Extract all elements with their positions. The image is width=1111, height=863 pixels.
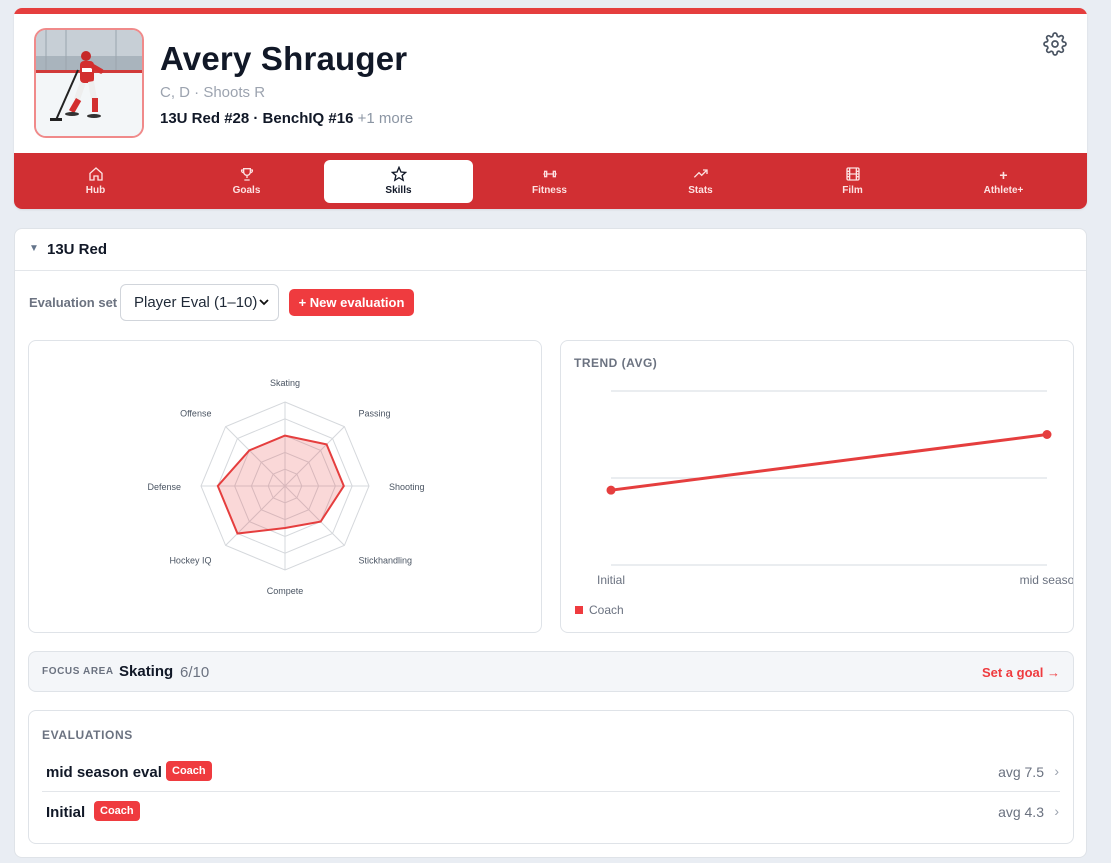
- tab-hub[interactable]: Hub: [21, 160, 170, 203]
- chart-legend: Coach: [575, 603, 624, 617]
- tab-goals[interactable]: Goals: [172, 160, 321, 203]
- chevron-right-icon: ›: [1054, 803, 1059, 819]
- data-point[interactable]: [606, 485, 616, 495]
- player-photo: [36, 30, 142, 136]
- accent-bar: [14, 8, 1087, 14]
- chevron-down-icon: [258, 285, 270, 335]
- x-tick-label: mid seaso: [1020, 573, 1073, 587]
- focus-skill: Skating: [119, 663, 174, 680]
- radar-series-coach: [216, 434, 345, 535]
- player-teams: 13U Red #28 · BenchIQ #16 +1 more: [160, 110, 413, 127]
- focus-score: 6/10: [180, 664, 210, 681]
- evaluations-panel: EVALUATIONS mid season eval Coach avg 7.…: [28, 710, 1074, 844]
- evaluation-row[interactable]: mid season eval Coach avg 7.5 ›: [42, 752, 1060, 792]
- tab-athlete-plus[interactable]: + Athlete+: [929, 160, 1078, 203]
- tab-label: Goals: [232, 185, 261, 196]
- home-icon: [21, 166, 170, 184]
- evaluations-title: EVALUATIONS: [42, 728, 133, 742]
- evaluation-row[interactable]: Initial Coach avg 4.3 ›: [42, 792, 1060, 832]
- focus-area-label: FOCUS AREA: [42, 666, 114, 677]
- gear-icon[interactable]: [1043, 32, 1067, 56]
- evaluation-avg: avg 4.3: [998, 804, 1044, 820]
- eval-set-value: Player Eval (1–10): [134, 294, 258, 311]
- trend-svg: Initial mid seaso: [597, 390, 1073, 587]
- collapse-caret-icon[interactable]: ▼: [29, 243, 39, 254]
- section-header[interactable]: ▼ 13U Red: [15, 229, 1086, 271]
- plus-icon: +: [999, 167, 1008, 183]
- radar-svg: Skating Passing Shooting Stickhandling Compe…: [147, 378, 425, 596]
- player-positions: C, D · Shoots R: [160, 84, 266, 101]
- film-icon: [778, 166, 927, 184]
- coach-badge: Coach: [94, 801, 140, 821]
- evaluation-name: mid season eval: [46, 764, 162, 781]
- data-point[interactable]: [1042, 430, 1052, 439]
- trending-icon: [626, 166, 775, 184]
- team-section: ▼ 13U Red Evaluation set Player Eval (1–…: [14, 228, 1087, 858]
- radar-axis-label: Compete: [267, 586, 304, 596]
- tab-bar: Hub Goals Skills Fitness Stats Film + At…: [14, 153, 1087, 209]
- legend-label: Coach: [589, 603, 624, 617]
- teams-text: 13U Red #28 · BenchIQ #16: [160, 110, 354, 127]
- legend-swatch: [575, 606, 583, 614]
- team-title: 13U Red: [47, 241, 108, 258]
- radar-axis-label: Stickhandling: [359, 556, 413, 566]
- tab-label: Hub: [85, 185, 106, 196]
- radar-chart: Skating Passing Shooting Stickhandling Compe…: [28, 340, 542, 633]
- evaluation-name: Initial: [46, 804, 86, 821]
- chevron-right-icon: ›: [1054, 763, 1059, 779]
- focus-area: FOCUS AREA Skating 6/10 Set a goal →: [28, 651, 1074, 692]
- eval-set-select[interactable]: Player Eval (1–10): [120, 284, 279, 321]
- radar-axis-label: Defense: [147, 482, 181, 492]
- radar-axis-label: Hockey IQ: [169, 556, 211, 566]
- avatar[interactable]: [34, 28, 144, 138]
- tab-label: Film: [842, 185, 863, 196]
- tab-label: Athlete+: [983, 185, 1024, 196]
- series-line-coach: [610, 433, 1048, 492]
- trophy-icon: [172, 166, 321, 184]
- radar-axis-label: Offense: [180, 408, 211, 418]
- profile-header: Avery Shrauger C, D · Shoots R 13U Red #…: [14, 8, 1087, 209]
- tab-label: Stats: [688, 185, 713, 196]
- evaluation-avg: avg 7.5: [998, 764, 1044, 780]
- tab-film[interactable]: Film: [778, 160, 927, 203]
- star-icon: [324, 165, 473, 184]
- radar-axis-label: Skating: [270, 378, 300, 388]
- set-goal-link[interactable]: Set a goal →: [982, 665, 1060, 680]
- radar-axis-label: Shooting: [389, 482, 425, 492]
- more-teams-link[interactable]: +1 more: [358, 110, 413, 127]
- tab-stats[interactable]: Stats: [626, 160, 775, 203]
- trend-chart: TREND (AVG) Initial mid seaso Coach: [560, 340, 1074, 633]
- tab-fitness[interactable]: Fitness: [475, 160, 624, 203]
- eval-set-label: Evaluation set: [29, 295, 118, 310]
- tab-label: Fitness: [531, 185, 567, 196]
- new-evaluation-button[interactable]: + New evaluation: [289, 289, 414, 316]
- coach-badge: Coach: [166, 761, 212, 781]
- dumbbell-icon: [475, 166, 624, 184]
- player-name: Avery Shrauger: [160, 40, 408, 77]
- x-tick-label: Initial: [597, 573, 625, 587]
- radar-axis-label: Passing: [359, 408, 391, 418]
- tab-label: Skills: [385, 185, 412, 196]
- tab-skills[interactable]: Skills: [324, 160, 473, 203]
